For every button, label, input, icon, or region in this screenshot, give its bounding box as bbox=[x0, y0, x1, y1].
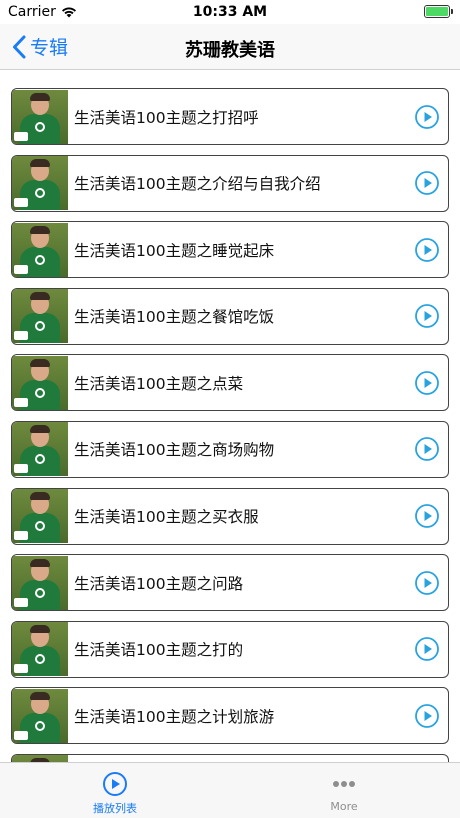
list-item-title: 生活美语100主题之买衣服 bbox=[74, 508, 259, 527]
thumbnail-image bbox=[12, 489, 68, 544]
play-icon[interactable] bbox=[414, 636, 440, 662]
list-item[interactable]: 生活美语100主题之睡觉起床 bbox=[11, 221, 449, 279]
list-item-title: 生活美语100主题之餐馆吃饭 bbox=[74, 308, 275, 327]
list-item[interactable]: 生活美语100主题之商场购物 bbox=[11, 420, 449, 478]
play-circle-icon bbox=[103, 772, 127, 796]
play-icon[interactable] bbox=[414, 370, 440, 396]
more-dots-icon bbox=[333, 781, 355, 787]
list-item-title: 生活美语100主题之介绍与自我介绍 bbox=[74, 175, 321, 194]
list-item[interactable]: 生活美语100主题之计划旅游 bbox=[11, 687, 449, 745]
list-item[interactable]: 生活美语100主题之打招呼 bbox=[11, 88, 449, 145]
list-item[interactable]: 生活美语100主题之问路 bbox=[11, 554, 449, 612]
battery-icon bbox=[424, 5, 453, 18]
tab-playlist-label: 播放列表 bbox=[93, 802, 137, 815]
play-icon[interactable] bbox=[414, 237, 440, 263]
clock: 10:33 AM bbox=[192, 4, 268, 20]
play-icon[interactable] bbox=[414, 436, 440, 462]
thumbnail-image bbox=[12, 688, 68, 743]
play-icon[interactable] bbox=[414, 570, 440, 596]
play-icon[interactable] bbox=[414, 104, 440, 130]
list-item[interactable]: 生活美语100主题之买衣服 bbox=[11, 487, 449, 545]
list-item-title: 生活美语100主题之打招呼 bbox=[74, 108, 259, 127]
thumbnail-image bbox=[12, 289, 68, 344]
list-item[interactable]: 生活美语100主题之介绍与自我介绍 bbox=[11, 154, 449, 212]
thumbnail-image bbox=[12, 89, 68, 144]
thumbnail-image bbox=[12, 156, 68, 211]
thumbnail-image bbox=[12, 622, 68, 677]
list-item-title: 生活美语100主题之问路 bbox=[74, 574, 244, 593]
thumbnail-image bbox=[12, 555, 68, 610]
thumbnail-image bbox=[12, 222, 68, 277]
list-item[interactable]: 生活美语100主题之打的 bbox=[11, 620, 449, 678]
episode-list: 生活美语100主题之打招呼生活美语100主题之介绍与自我介绍 生活美语100主题之… bbox=[11, 88, 449, 818]
tab-playlist[interactable]: 播放列表 bbox=[55, 771, 175, 816]
tab-bar: 播放列表 More bbox=[0, 762, 460, 818]
status-bar: Carrier 10:33 AM bbox=[0, 0, 460, 24]
tab-more[interactable]: More bbox=[284, 771, 404, 813]
play-icon[interactable] bbox=[414, 170, 440, 196]
list-item[interactable]: 生活美语100主题之点菜 bbox=[11, 354, 449, 412]
thumbnail-image bbox=[12, 355, 68, 410]
list-item-title: 生活美语100主题之睡觉起床 bbox=[74, 241, 275, 260]
list-item-title: 生活美语100主题之计划旅游 bbox=[74, 707, 275, 726]
thumbnail-image bbox=[12, 422, 68, 477]
list-item[interactable]: 生活美语100主题之餐馆吃饭 bbox=[11, 287, 449, 345]
navigation-bar: 专辑 苏珊教美语 bbox=[0, 24, 460, 70]
play-icon[interactable] bbox=[414, 703, 440, 729]
list-item-title: 生活美语100主题之点菜 bbox=[74, 374, 244, 393]
play-icon[interactable] bbox=[414, 303, 440, 329]
play-icon[interactable] bbox=[414, 503, 440, 529]
list-item-title: 生活美语100主题之商场购物 bbox=[74, 441, 275, 460]
list-item-title: 生活美语100主题之打的 bbox=[74, 641, 244, 660]
page-title: 苏珊教美语 bbox=[185, 40, 275, 61]
tab-more-label: More bbox=[330, 800, 358, 813]
